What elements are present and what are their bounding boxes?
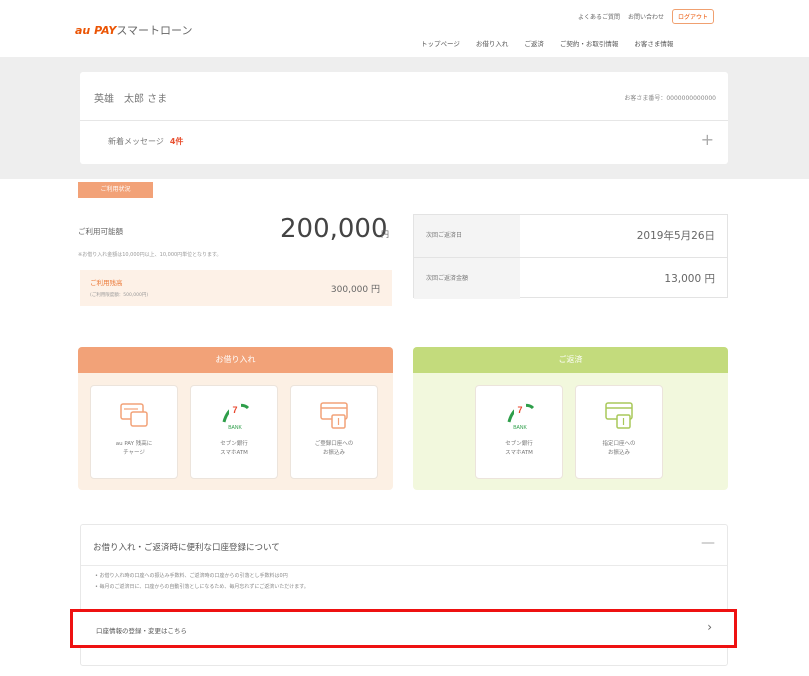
- customer-number: お客さま番号：0000000000000: [624, 95, 716, 102]
- contact-link[interactable]: お問い合わせ: [628, 12, 664, 21]
- faq-link[interactable]: よくあるご質問: [578, 12, 620, 21]
- card-charge-icon: [120, 403, 148, 427]
- bank-transfer-icon: [320, 402, 348, 429]
- seven-bank-icon: 7 BANK: [222, 403, 250, 431]
- tile-label: セブン銀行 スマホATM: [220, 441, 248, 456]
- logo-brand: au PAY: [75, 24, 117, 37]
- next-date-label: 次回ご返済日: [414, 215, 520, 257]
- info-bullets: お借り入れ時の口座への振込み手数料、ご返済時の口座からの引落とし手数料は0円 毎…: [95, 571, 309, 593]
- next-amount-row: 次回ご返済金額 13,000 円: [414, 257, 727, 299]
- new-messages-row[interactable]: 新着メッセージ 4件: [108, 136, 183, 147]
- limit-label: ご利用可能額: [78, 227, 123, 236]
- info-bullet: お借り入れ時の口座への振込み手数料、ご返済時の口座からの引落とし手数料は0円: [95, 571, 309, 582]
- info-bullet: 毎月のご返済日に、口座からの自動引落としになるため、毎月忘れずにご返済いただけま…: [95, 582, 309, 593]
- user-name: 英雄 太郎 さま: [94, 94, 168, 105]
- svg-text:BANK: BANK: [228, 425, 242, 431]
- next-date-row: 次回ご返済日 2019年5月26日: [414, 215, 727, 257]
- utility-links: よくあるご質問 お問い合わせ ログアウト: [578, 9, 715, 24]
- tile-seven-bank-borrow[interactable]: 7 BANK セブン銀行 スマホATM: [190, 385, 278, 479]
- tile-au-pay-charge[interactable]: au PAY 残高に チャージ: [90, 385, 178, 479]
- svg-text:BANK: BANK: [513, 425, 527, 431]
- plus-icon[interactable]: +: [701, 130, 714, 149]
- tile-label: セブン銀行 スマホATM: [505, 441, 533, 456]
- balance-sub: (ご利用限度額：500,000円): [90, 293, 149, 298]
- usage-tab: ご利用状況: [78, 182, 153, 198]
- tile-bank-transfer-repay[interactable]: 指定口座への お振込み: [575, 385, 663, 479]
- limit-unit: 円: [381, 230, 389, 239]
- tile-label: 指定口座への お振込み: [602, 441, 636, 456]
- balance-label: ご利用残高: [90, 279, 123, 287]
- info-divider: [81, 565, 727, 566]
- limit-note: ※お借り入れ金額は10,000円以上、10,000円単位となります。: [78, 252, 222, 258]
- limit-amount: 200,000: [280, 214, 388, 244]
- tile-label: au PAY 残高に チャージ: [115, 441, 153, 456]
- app-logo[interactable]: au PAYスマートローン: [75, 22, 192, 38]
- logout-button[interactable]: ログアウト: [672, 9, 715, 24]
- next-date-value: 2019年5月26日: [636, 230, 715, 242]
- seven-bank-icon: 7 BANK: [507, 403, 535, 431]
- borrow-panel: お借り入れ au PAY 残高に チャージ 7 BANK セブン銀行 スマホAT…: [78, 347, 393, 490]
- chevron-right-icon: ›: [707, 620, 712, 634]
- register-account-link[interactable]: 口座情報の登録・変更はこちら ›: [70, 609, 737, 648]
- tile-bank-transfer-borrow[interactable]: ご登録口座への お振込み: [290, 385, 378, 479]
- next-amount-label: 次回ご返済金額: [414, 258, 520, 299]
- next-amount-value: 13,000 円: [664, 273, 715, 285]
- tile-seven-bank-repay[interactable]: 7 BANK セブン銀行 スマホATM: [475, 385, 563, 479]
- register-link-label: 口座情報の登録・変更はこちら: [96, 627, 187, 635]
- repayment-table: 次回ご返済日 2019年5月26日 次回ご返済金額 13,000 円: [413, 214, 728, 299]
- minus-icon[interactable]: —: [701, 535, 715, 551]
- new-messages-label: 新着メッセージ: [108, 137, 164, 146]
- logo-product: スマートローン: [116, 24, 193, 37]
- borrow-panel-title: お借り入れ: [78, 347, 393, 373]
- tile-label: ご登録口座への お振込み: [314, 441, 354, 456]
- card-divider: [80, 120, 728, 121]
- user-card: 英雄 太郎 さま お客さま番号：0000000000000 新着メッセージ 4件 …: [80, 72, 728, 164]
- bank-transfer-icon: [605, 402, 633, 429]
- message-count: 4件: [169, 137, 184, 146]
- svg-text:7: 7: [517, 405, 522, 415]
- balance-amount: 300,000 円: [330, 285, 380, 295]
- info-title: お借り入れ・ご返済時に便利な口座登録について: [93, 543, 280, 553]
- svg-text:7: 7: [232, 405, 237, 415]
- balance-box: ご利用残高 (ご利用限度額：500,000円) 300,000 円: [80, 270, 392, 306]
- repay-panel: ご返済 7 BANK セブン銀行 スマホATM 指定口座への お振込み: [413, 347, 728, 490]
- repay-panel-title: ご返済: [413, 347, 728, 373]
